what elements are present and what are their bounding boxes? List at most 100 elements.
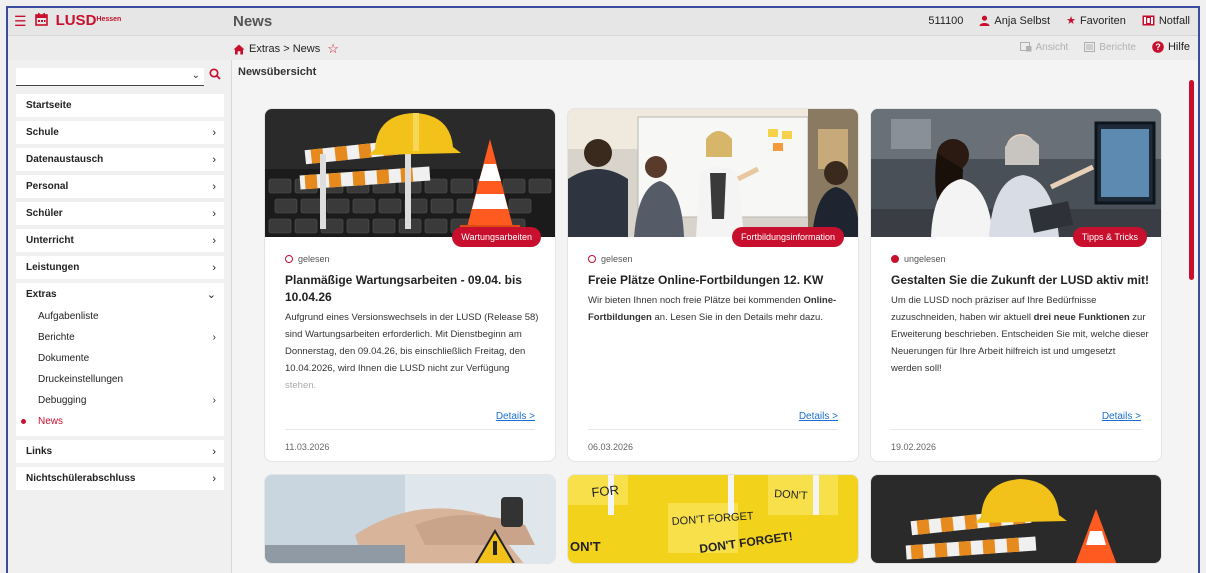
sidebar-subitem-news[interactable]: News <box>16 411 224 432</box>
user-menu[interactable]: Anja Selbst <box>979 15 1050 27</box>
top-right-actions: 511100 Anja Selbst ★ Favoriten Notfall <box>928 14 1190 28</box>
brand: ☰ LUSDHessen <box>14 12 121 30</box>
sidebar-subitem-dokumente[interactable]: Dokumente <box>16 348 224 369</box>
breadcrumb-path[interactable]: Extras > News <box>249 43 320 55</box>
news-image-sticky-notes: FOR DON'T FORGET DON'T DON'T FORGET! ON'… <box>568 475 858 563</box>
hamburger-menu-icon[interactable]: ☰ <box>14 12 27 30</box>
sticky-note-text: DON'T <box>774 488 808 502</box>
section-heading: Newsübersicht <box>238 66 317 78</box>
news-title[interactable]: Freie Plätze Online-Fortbildungen 12. KW <box>588 272 848 289</box>
nav-list: Startseite Schule › Datenaustausch › Perso… <box>16 94 224 494</box>
news-date: 19.02.2026 <box>891 442 937 452</box>
divider <box>588 429 838 430</box>
read-status: gelesen <box>588 254 633 264</box>
news-text: Um die LUSD noch präziser auf Ihre Bedür… <box>891 295 1149 374</box>
user-icon <box>979 15 990 26</box>
category-badge: Fortbildungsinformation <box>731 227 844 247</box>
sticky-note-text: ON'T <box>570 539 601 554</box>
help-button[interactable]: ? Hilfe <box>1152 41 1190 53</box>
report-icon <box>1084 42 1096 52</box>
chevron-right-icon: › <box>212 207 216 220</box>
sidebar-item-startseite[interactable]: Startseite <box>16 94 224 117</box>
news-date: 06.03.2026 <box>588 442 634 452</box>
view-actions: Ansicht Berichte ? Hilfe <box>1019 41 1190 53</box>
favorites-button[interactable]: ★ Favoriten <box>1066 14 1126 28</box>
read-status: ungelesen <box>891 254 946 264</box>
sidebar-item-links[interactable]: Links › <box>16 440 224 463</box>
search-icon[interactable] <box>209 68 221 83</box>
favorite-star-outline-icon[interactable]: ☆ <box>327 41 339 57</box>
divider <box>285 429 535 430</box>
sidebar-group-extras: Extras ⌄ Aufgabenliste Berichte › Dokument… <box>16 283 224 436</box>
sidebar: ⌄ Startseite Schule › Datenaustausch › Per… <box>8 60 232 573</box>
scrollbar-thumb[interactable] <box>1189 80 1194 280</box>
chevron-right-icon: › <box>212 153 216 166</box>
sidebar-item-nichtschuelerabschluss[interactable]: Nichtschülerabschluss › <box>16 467 224 490</box>
notfall-button[interactable]: Notfall <box>1142 15 1190 27</box>
sidebar-subitem-aufgabenliste[interactable]: Aufgabenliste <box>16 306 224 327</box>
news-card[interactable] <box>264 474 556 564</box>
lusd-logo[interactable]: LUSDHessen <box>56 12 122 30</box>
star-icon: ★ <box>1066 15 1076 27</box>
help-icon: ? <box>1152 41 1164 53</box>
sidebar-subitem-debugging[interactable]: Debugging › <box>16 390 224 411</box>
details-link[interactable]: Details > <box>496 411 535 422</box>
details-link[interactable]: Details > <box>1102 411 1141 422</box>
news-title[interactable]: Gestalten Sie die Zukunft der LUSD aktiv… <box>891 272 1151 289</box>
chevron-down-icon[interactable]: ⌄ <box>192 70 200 81</box>
news-image-training <box>568 109 858 237</box>
sidebar-item-schueler[interactable]: Schüler › <box>16 202 224 225</box>
ansicht-button[interactable]: Ansicht <box>1019 41 1068 53</box>
home-icon[interactable] <box>233 44 245 55</box>
breadcrumb-bar: Extras > News ☆ Ansicht Berichte ? Hilfe <box>8 36 1198 60</box>
status-dot-icon <box>891 255 899 263</box>
sidebar-item-extras[interactable]: Extras ⌄ <box>16 283 224 306</box>
breadcrumb: Extras > News ☆ <box>233 41 339 57</box>
chevron-right-icon: › <box>212 445 216 458</box>
category-badge: Tipps & Tricks <box>1072 227 1147 247</box>
news-image-construction <box>871 475 1161 563</box>
news-card[interactable]: Tipps & Tricks ungelesen Gestalten Sie d… <box>870 108 1162 462</box>
chevron-right-icon: › <box>212 126 216 139</box>
view-icon <box>1019 42 1031 52</box>
news-image-laptop <box>265 475 555 563</box>
sidebar-item-schule[interactable]: Schule › <box>16 121 224 144</box>
chevron-right-icon: › <box>212 395 216 406</box>
top-bar: ☰ LUSDHessen News 511100 Anja Selbst ★ F… <box>8 8 1198 36</box>
chevron-right-icon: › <box>212 261 216 274</box>
sidebar-item-unterricht[interactable]: Unterricht › <box>16 229 224 252</box>
news-card[interactable] <box>870 474 1162 564</box>
news-card[interactable]: FOR DON'T FORGET DON'T DON'T FORGET! ON'… <box>567 474 859 564</box>
news-date: 11.03.2026 <box>285 442 330 452</box>
svg-text:?: ? <box>1155 42 1161 52</box>
status-dot-icon <box>588 255 596 263</box>
chevron-down-icon: ⌄ <box>206 289 216 301</box>
calendar-icon[interactable] <box>34 12 48 30</box>
news-text: Aufgrund eines Versionswechsels in der L… <box>285 312 539 391</box>
sidebar-subitem-berichte[interactable]: Berichte › <box>16 327 224 348</box>
user-id: 511100 <box>928 14 964 27</box>
read-status: gelesen <box>285 254 330 264</box>
sidebar-item-leistungen[interactable]: Leistungen › <box>16 256 224 279</box>
sidebar-subitem-druckeinstellungen[interactable]: Druckeinstellungen <box>16 369 224 390</box>
news-image-colleagues <box>871 109 1161 237</box>
news-title[interactable]: Planmäßige Wartungsarbeiten - 09.04. bis… <box>285 272 545 306</box>
news-card[interactable]: Wartungsarbeiten gelesen Planmäßige Wart… <box>264 108 556 462</box>
app-frame: ☰ LUSDHessen News 511100 Anja Selbst ★ F… <box>6 6 1200 573</box>
sidebar-item-personal[interactable]: Personal › <box>16 175 224 198</box>
search-input[interactable]: ⌄ <box>16 68 204 86</box>
news-card[interactable]: Fortbildungsinformation gelesen Freie Pl… <box>567 108 859 462</box>
chevron-right-icon: › <box>212 332 216 343</box>
chevron-right-icon: › <box>212 472 216 485</box>
news-image-construction <box>265 109 555 237</box>
sticky-note-text: FOR <box>591 482 620 500</box>
sidebar-item-datenaustausch[interactable]: Datenaustausch › <box>16 148 224 171</box>
news-text: Wir bieten Ihnen noch freie Plätze bei k… <box>588 295 837 323</box>
chevron-right-icon: › <box>212 234 216 247</box>
divider <box>891 429 1141 430</box>
main-content: Newsübersicht Wartungsarbeiten gelesen P… <box>232 60 1198 573</box>
details-link[interactable]: Details > <box>799 411 838 422</box>
berichte-button[interactable]: Berichte <box>1084 41 1136 53</box>
emergency-icon <box>1142 15 1155 26</box>
status-dot-icon <box>285 255 293 263</box>
